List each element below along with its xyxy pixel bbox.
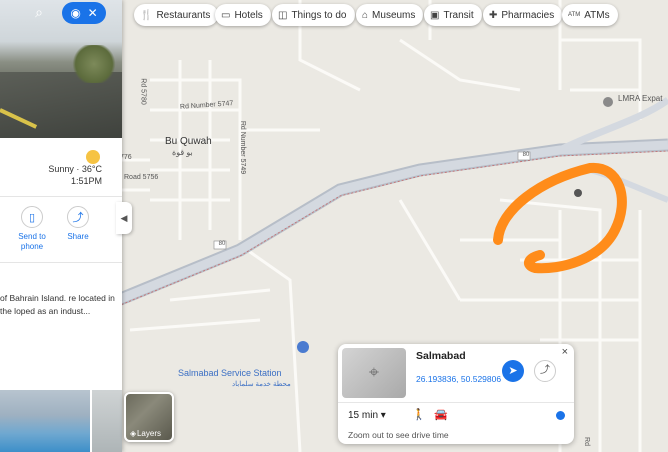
street-view-thumbnail[interactable]: ⌖ — [342, 348, 406, 398]
card-share-button[interactable]: ⤴ — [534, 360, 556, 382]
map-label-rd80a: 80 — [522, 152, 530, 158]
send-to-phone-icon: ▯ — [21, 206, 43, 228]
weather-time: 1:51PM — [70, 176, 102, 186]
pharmacy-icon: ✚ — [489, 9, 498, 21]
map-label-rd5749: Rd Number 5749 — [239, 120, 247, 175]
chip-hotels[interactable]: ▭ Hotels — [215, 4, 271, 26]
service-station-marker[interactable] — [297, 341, 309, 353]
place-details-panel: ⌕ ◉ ✕ Sunny · 36°C 1:51PM ▯ Send to phon… — [0, 0, 122, 452]
location-pin-marker[interactable] — [574, 189, 582, 197]
place-description: of Bahrain Island. re located in the lop… — [0, 293, 115, 316]
map-label-bu-quwah: Bu Quwah — [165, 136, 212, 147]
directions-button[interactable]: ➤ — [502, 360, 524, 382]
travel-time-dropdown[interactable]: 15 min ▾ — [348, 410, 386, 421]
target-icon[interactable]: ◉ — [70, 6, 80, 20]
share-button[interactable]: ⤴ Share — [58, 206, 98, 242]
map-label-bu-quwah-ar: بو قوة — [172, 148, 193, 157]
chip-label: Things to do — [291, 9, 347, 21]
card-title[interactable]: Salmabad — [416, 350, 466, 362]
location-info-card[interactable]: ⌖ Salmabad 26.193836, 50.529806 ➤ ⤴ × 15… — [338, 344, 574, 444]
directions-icon: ➤ — [508, 365, 518, 377]
divider — [0, 196, 122, 197]
search-icon[interactable]: ⌕ — [30, 4, 48, 22]
map-label-service-station-ar: محطة خدمة سلماباد — [232, 381, 291, 388]
share-icon: ⤴ — [540, 365, 550, 376]
card-coordinates[interactable]: 26.193836, 50.529806 — [416, 374, 501, 384]
map-label-lmra[interactable]: LMRA Expat — [618, 94, 662, 103]
collapse-panel-button[interactable]: ◀ — [116, 202, 132, 234]
chip-label: Restaurants — [156, 9, 211, 21]
museum-icon: ⌂ — [362, 9, 369, 21]
weather-widget: Sunny · 36°C 1:51PM — [0, 150, 122, 190]
restaurant-icon: 🍴 — [140, 9, 153, 21]
chip-atms[interactable]: ATM ATMs — [562, 4, 618, 26]
chip-label: Museums — [372, 9, 416, 21]
divider — [338, 402, 574, 403]
atm-icon: ATM — [568, 12, 581, 18]
chip-label: Pharmacies — [501, 9, 555, 21]
chip-restaurants[interactable]: 🍴 Restaurants — [134, 4, 219, 26]
walk-icon[interactable]: 🚶 — [412, 408, 426, 421]
car-icon[interactable]: 🚘 — [434, 408, 448, 421]
divider — [0, 262, 122, 263]
travel-mode-indicator — [556, 411, 565, 420]
chip-things-to-do[interactable]: ◫ Things to do — [272, 4, 355, 26]
transit-icon: ▣ — [430, 9, 440, 21]
drive-time-hint: Zoom out to see drive time — [348, 430, 449, 440]
map-label-rd5780: Rd 5780 — [139, 78, 147, 105]
lmra-poi-marker — [603, 97, 613, 107]
chip-label: ATMs — [584, 9, 610, 21]
weather-condition: Sunny · 36°C — [48, 164, 102, 174]
street-view-tree — [70, 45, 118, 83]
photo-gallery-thumb[interactable] — [90, 390, 122, 452]
layers-button[interactable]: ◈ Layers — [124, 392, 174, 442]
camera-icon: ◫ — [278, 9, 288, 21]
chip-transit[interactable]: ▣ Transit — [424, 4, 482, 26]
map-label-rd80b: 80 — [218, 241, 226, 247]
send-to-phone-button[interactable]: ▯ Send to phone — [12, 206, 52, 252]
map-label-service-station[interactable]: Salmabad Service Station — [178, 368, 282, 378]
street-view-chip[interactable]: ◉ ✕ — [62, 2, 106, 24]
chip-label: Hotels — [234, 9, 263, 21]
share-label: Share — [67, 232, 89, 241]
share-icon: ⤴ — [67, 206, 89, 228]
chip-museums[interactable]: ⌂ Museums — [356, 4, 424, 26]
chip-pharmacies[interactable]: ✚ Pharmacies — [483, 4, 563, 26]
map-label-right-rd: Rd — [582, 437, 590, 446]
sun-icon — [86, 150, 100, 164]
location-pin-icon: ⌖ — [368, 362, 380, 382]
chip-label: Transit — [443, 9, 474, 21]
send-to-phone-label: Send to phone — [18, 232, 46, 251]
card-close-button[interactable]: × — [562, 346, 568, 358]
map-label-road5756: Road 5756 — [124, 174, 159, 181]
layers-label: Layers — [136, 429, 161, 438]
close-icon[interactable]: ✕ — [88, 6, 98, 20]
hotel-icon: ▭ — [221, 9, 231, 21]
